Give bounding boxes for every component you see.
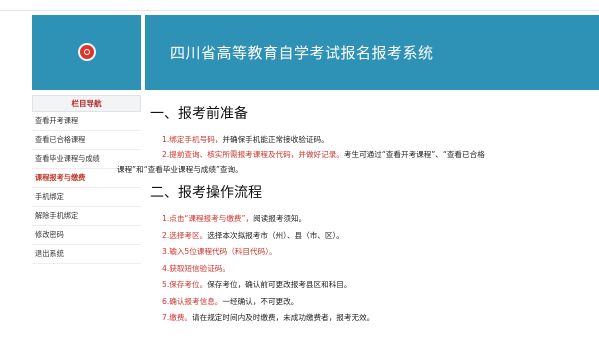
- step-4: 4.获取短信验证码。: [150, 261, 599, 278]
- step-6-highlight: 6.确认报考信息。: [162, 296, 223, 306]
- step-5: 5.保存考位。保存考位，确认前可更改报考县区和科目。: [150, 277, 599, 294]
- prep-item-1-highlight: 1.绑定手机号码，: [162, 135, 223, 144]
- prep-item-2-highlight: 2.提前查询、核实所需报考课程及代码，并做好记录。: [162, 150, 344, 159]
- section-title-procedure: 二、报考操作流程: [150, 185, 262, 201]
- main-content: 一、报考前准备 1.绑定手机号码，并确保手机能正常接收验证码。 2.提前查询、核…: [117, 104, 599, 327]
- sidebar-item-view-courses[interactable]: 查看开考课程: [32, 112, 141, 131]
- step-2-text: 选择本次拟报考市（州）、县（市、区）。: [207, 230, 344, 240]
- logo-icon: [78, 43, 96, 61]
- sidebar-item-logout[interactable]: 退出系统: [32, 245, 141, 264]
- prep-item-1: 1.绑定手机号码，并确保手机能正常接收验证码。: [150, 132, 599, 147]
- top-divider: [0, 10, 599, 11]
- step-7-text: 请在规定时间内及时缴费，未成功缴费者，报考无效。: [192, 313, 375, 322]
- step-6-text: 一经确认，不可更改。: [222, 296, 299, 306]
- step-2: 2.选择考区。选择本次拟报考市（州）、县（市、区）。: [150, 228, 599, 245]
- sidebar-item-bind-phone[interactable]: 手机绑定: [32, 188, 141, 207]
- header-banner: 四川省高等教育自学考试报名报考系统: [145, 15, 599, 90]
- sidebar-item-passed-courses[interactable]: 查看已合格课程: [32, 131, 141, 150]
- section-title-preparation: 一、报考前准备: [150, 106, 248, 122]
- step-6: 6.确认报考信息。一经确认，不可更改。: [150, 294, 599, 311]
- prep-item-2-text: 考生可通过“查看开考课程”、“查看已合格: [343, 150, 485, 159]
- step-3: 3.输入5位课程代码（科目代码）。: [150, 244, 599, 261]
- step-1: 1.点击“课程报考与缴费”，阅读报考须知。: [150, 211, 599, 228]
- page-title: 四川省高等教育自学考试报名报考系统: [170, 44, 434, 62]
- sidebar-heading: 栏目导航: [32, 95, 141, 112]
- step-7: 7.缴费。请在规定时间内及时缴费，未成功缴费者，报考无效。: [150, 310, 599, 327]
- prep-item-1-text: 并确保手机能正常接收验证码。: [222, 135, 329, 144]
- step-1-text: 阅读报考须知。: [253, 214, 307, 223]
- step-7-highlight: 7.缴费。: [162, 313, 193, 322]
- logo-panel: [32, 15, 141, 90]
- step-4-highlight: 4.获取短信验证码。: [162, 263, 230, 273]
- step-1-highlight: 1.点击“课程报考与缴费”，: [162, 214, 254, 223]
- step-5-highlight: 5.保存考位。: [162, 280, 208, 289]
- sidebar-nav: 栏目导航 查看开考课程 查看已合格课程 查看毕业课程与成绩 课程报考与缴费 手机…: [32, 92, 141, 264]
- step-2-highlight: 2.选择考区。: [162, 230, 208, 240]
- prep-item-2: 2.提前查询、核实所需报考课程及代码，并做好记录。考生可通过“查看开考课程”、“…: [150, 147, 599, 162]
- prep-item-2-continued: 课程”和“查看毕业课程与成绩”查询。: [117, 165, 243, 174]
- step-5-text: 保存考位，确认前可更改报考县区和科目。: [207, 280, 352, 289]
- sidebar-item-unbind-phone[interactable]: 解除手机绑定: [32, 207, 141, 226]
- sidebar-item-change-password[interactable]: 修改密码: [32, 226, 141, 245]
- step-3-highlight: 3.输入5位课程代码（科目代码）。: [162, 247, 277, 256]
